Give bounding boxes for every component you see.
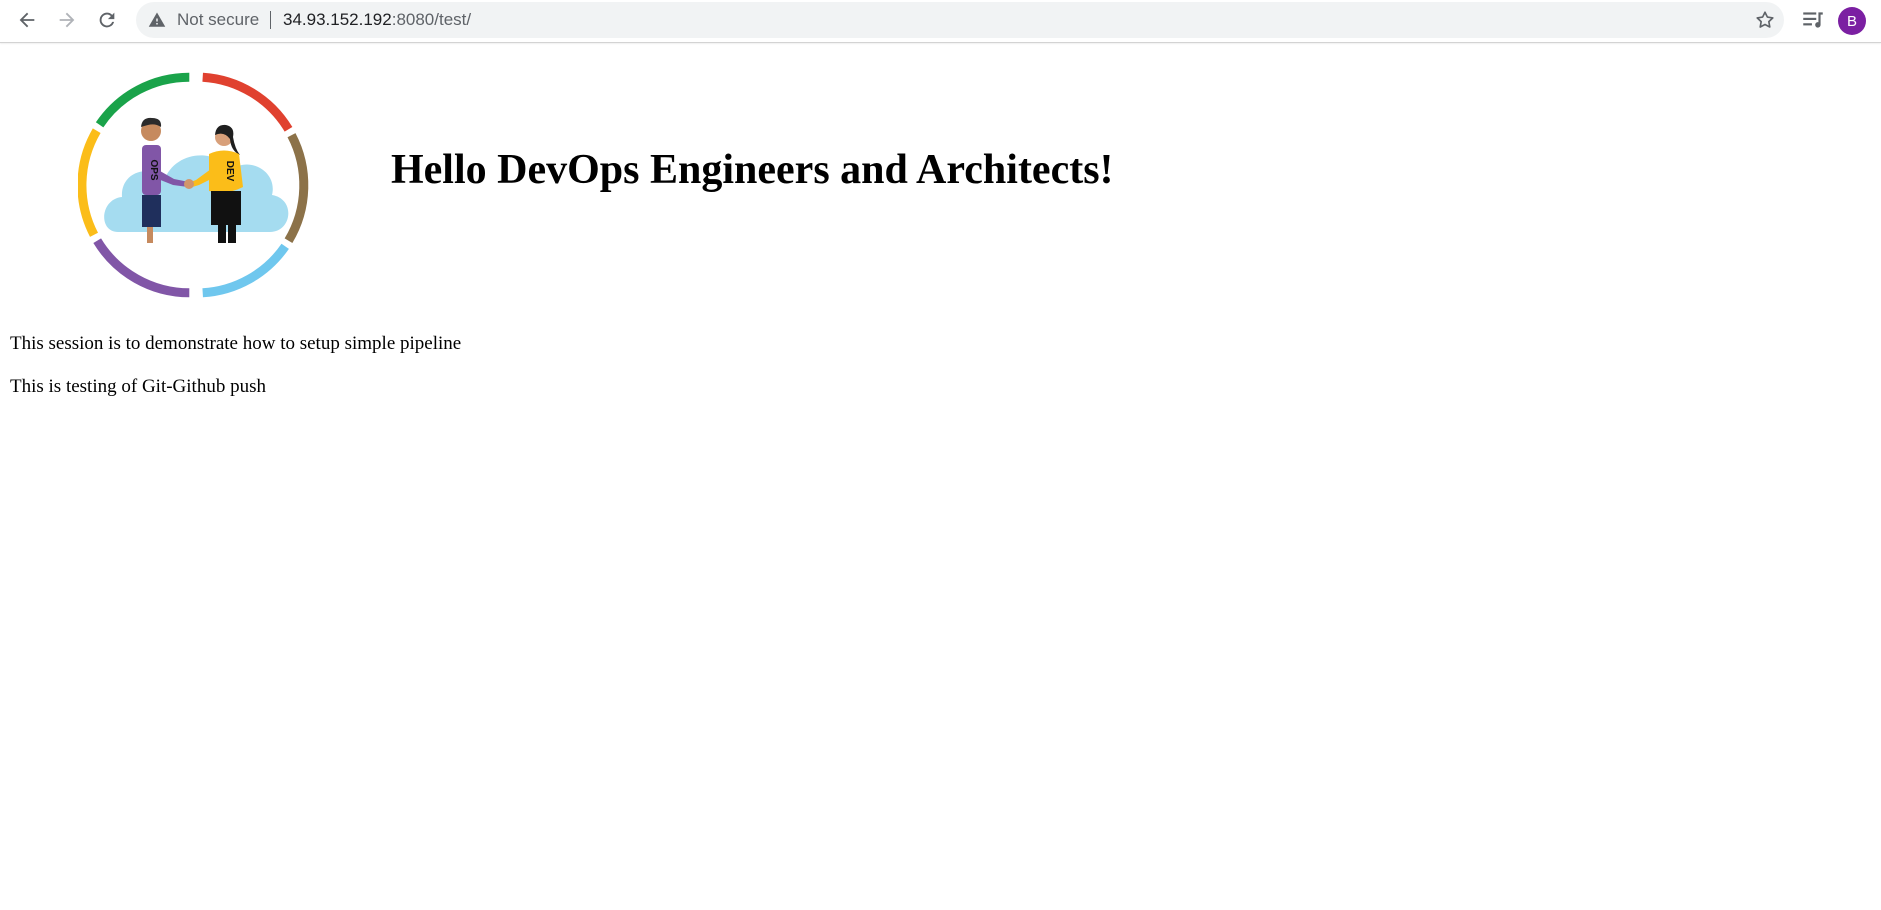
paragraph-testing: This is testing of Git-Github push — [10, 376, 266, 397]
logo-dev-label: DEV — [224, 161, 235, 182]
reload-icon — [99, 12, 115, 28]
logo-ops-label: OPS — [148, 159, 159, 180]
media-control-icon[interactable] — [1800, 7, 1826, 33]
logo-handshake — [184, 179, 194, 189]
back-button[interactable] — [12, 5, 42, 35]
security-label[interactable]: Not secure — [177, 10, 259, 30]
url-text[interactable]: 34.93.152.192:8080/test/ — [283, 10, 471, 30]
forward-button[interactable] — [52, 5, 82, 35]
arrow-left-icon — [19, 12, 35, 28]
logo-ring-purple — [93, 238, 190, 298]
url-path: :8080/test/ — [391, 10, 472, 29]
reload-button[interactable] — [92, 5, 122, 35]
devops-logo: OPS DEV — [78, 72, 309, 298]
logo-ring-red — [202, 72, 293, 132]
logo-cloud — [104, 155, 289, 232]
arrow-right-icon — [59, 12, 75, 28]
bookmark-star-icon[interactable] — [1754, 9, 1776, 31]
paragraph-session: This session is to demonstrate how to se… — [10, 333, 462, 354]
url-host: 34.93.152.192 — [283, 10, 392, 29]
logo-ring-lightblue — [202, 243, 289, 298]
address-bar[interactable]: Not secure 34.93.152.192:8080/test/ — [136, 2, 1784, 38]
logo-ring-green — [95, 72, 190, 128]
profile-avatar[interactable]: B — [1838, 7, 1866, 35]
warning-icon[interactable] — [148, 11, 166, 29]
page-title: Hello DevOps Engineers and Architects! — [391, 147, 1114, 193]
page-content: OPS DEV Hello DevOps Engineers and Archi… — [0, 43, 1881, 910]
address-separator — [270, 11, 271, 29]
logo-ring-brown — [284, 133, 309, 244]
browser-toolbar: Not secure 34.93.152.192:8080/test/ B — [0, 0, 1881, 43]
logo-ring-yellow — [78, 128, 101, 237]
